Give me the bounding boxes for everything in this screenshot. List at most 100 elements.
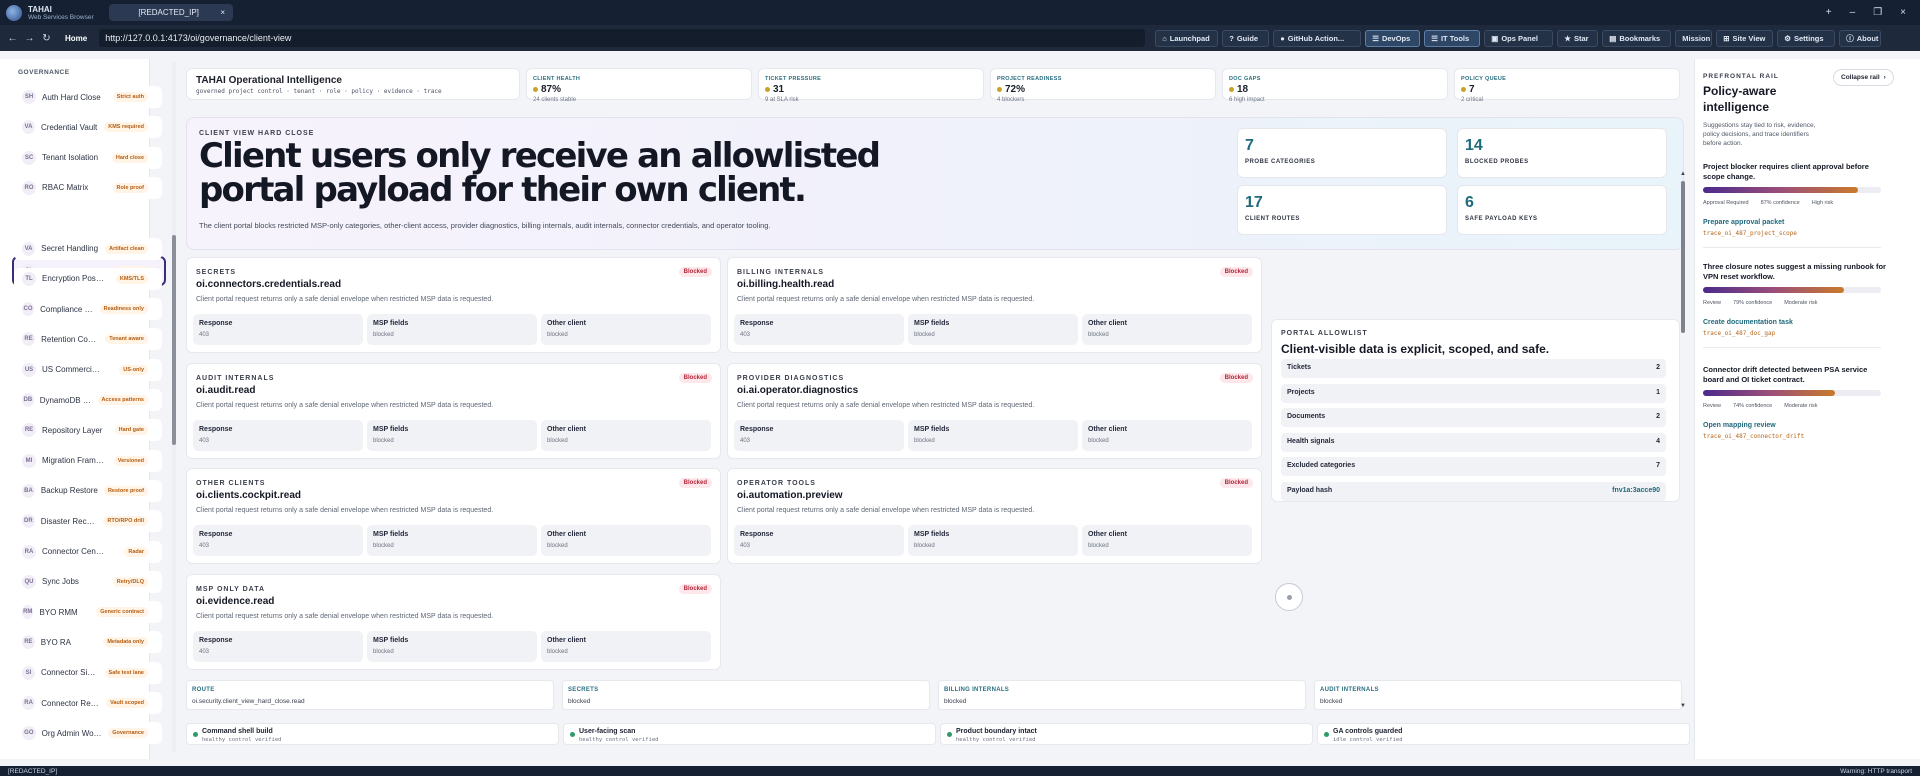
- check-name: User-facing scan: [579, 728, 636, 735]
- toolbar-launchpad-button[interactable]: ⌂ Launchpad: [1155, 29, 1219, 47]
- reload-icon[interactable]: ↻: [40, 33, 53, 44]
- insight-action-link[interactable]: Prepare approval packet: [1703, 219, 1887, 226]
- probe-cell-other-client: Other client blocked: [541, 630, 711, 662]
- sidebar-item-byo-ra[interactable]: RE BYO RA Metadata only: [14, 631, 162, 654]
- sidebar-item-org-admin-workfl[interactable]: GO Org Admin Workfl... Governance: [14, 722, 162, 745]
- portal-allowlist-card: PORTAL ALLOWLIST Client-visible data is …: [1271, 319, 1680, 502]
- address-bar[interactable]: http://127.0.0.1:4173/oi/governance/clie…: [99, 29, 1146, 47]
- minimize-icon[interactable]: –: [1850, 7, 1856, 18]
- sidebar-item-credential-vault[interactable]: VA Credential Vault KMS required: [14, 116, 162, 139]
- sidebar-item-connector-simul[interactable]: SI Connector Simul... Safe test lane: [14, 661, 162, 684]
- toolbar-about-button[interactable]: ⓘ About: [1839, 29, 1882, 47]
- check-status: idle control verified: [1333, 737, 1403, 743]
- cell-value: blocked: [914, 332, 935, 338]
- close-window-icon[interactable]: ×: [1900, 7, 1906, 18]
- probe-card: OTHER CLIENTS oi.clients.cockpit.read Clie…: [186, 468, 721, 564]
- blocked-badge: Blocked: [1219, 267, 1253, 277]
- sidebar-item-disaster-recovery[interactable]: DR Disaster Recovery RTO/RPO drill: [14, 510, 162, 533]
- sidebar-item-rbac-matrix[interactable]: RO RBAC Matrix Role proof: [14, 176, 162, 199]
- hero-stat-probe-categories: 7 PROBE CATEGORIES: [1237, 128, 1447, 178]
- allowlist-row: Excluded categories 7: [1281, 457, 1666, 476]
- sidebar-item-label: Tenant Isolation: [42, 153, 99, 163]
- sidebar-item-retention-contr[interactable]: RE Retention Contr... Tenant aware: [14, 328, 162, 351]
- sidebar-item-tenant-isolation[interactable]: SC Tenant Isolation Hard close: [14, 146, 162, 169]
- toolbar-label: Bookmarks: [1619, 33, 1661, 43]
- forward-arrow-icon[interactable]: →: [23, 33, 36, 44]
- hero-stat-blocked-probes: 14 BLOCKED PROBES: [1457, 128, 1667, 178]
- sidebar-item-auth-hard-close[interactable]: SH Auth Hard Close Strict auth: [14, 86, 162, 108]
- toolbar-mission-button[interactable]: Mission: [1675, 29, 1713, 47]
- hero-stat-client-routes: 17 CLIENT ROUTES: [1237, 185, 1447, 235]
- toolbar-github-action-button[interactable]: ● GitHub Action...: [1273, 29, 1362, 47]
- scroll-up-icon[interactable]: ▲: [1680, 171, 1686, 177]
- cell-value: blocked: [547, 648, 568, 655]
- sidebar-item-avatar: DB: [22, 393, 34, 407]
- sidebar-item-encryption-posture[interactable]: TL Encryption Posture KMS/TLS: [14, 267, 162, 290]
- cell-value: blocked: [1088, 543, 1109, 549]
- kpi-subtext: 9 at SLA risk: [765, 97, 799, 103]
- probe-description: Client portal request returns only a saf…: [196, 401, 494, 409]
- sidebar-item-avatar: DR: [22, 514, 35, 529]
- sidebar-item-compliance-ma[interactable]: CO Compliance Ma... Readiness only: [14, 298, 162, 321]
- floating-action-button[interactable]: [1275, 583, 1303, 611]
- toolbar-it-tools-button[interactable]: ☰ IT Tools: [1424, 29, 1481, 47]
- insight-meta-item: High risk: [1811, 200, 1834, 206]
- toolbar-guide-button[interactable]: ? Guide: [1222, 29, 1270, 47]
- cell-value: blocked: [373, 543, 394, 549]
- back-arrow-icon[interactable]: ←: [6, 33, 19, 44]
- status-dot-icon: [1461, 87, 1466, 92]
- allowlist-title: Client-visible data is explicit, scoped,…: [1281, 342, 1550, 356]
- summary-label: AUDIT INTERNALS: [1320, 687, 1379, 693]
- kpi-card-doc-gaps: DOC GAPS 18 6 high impact: [1222, 68, 1448, 103]
- kpi-label: TICKET PRESSURE: [765, 76, 822, 82]
- browser-tab[interactable]: [REDACTED_IP] ×: [109, 4, 233, 21]
- sidebar-item-dynamodb-de[interactable]: DB DynamoDB De... Access patterns: [14, 389, 162, 411]
- insight-meta-item: Review: [1703, 300, 1722, 306]
- sidebar-item-byo-rmm[interactable]: RM BYO RMM Generic contract: [14, 601, 162, 624]
- sidebar-item-secret-handling[interactable]: VA Secret Handling Artifact clean: [14, 237, 162, 260]
- kpi-value: 87%: [541, 84, 562, 95]
- hero-description: The client portal blocks restricted MSP-…: [199, 221, 771, 230]
- toolbar-settings-button[interactable]: ⚙ Settings: [1777, 29, 1836, 47]
- insight-meta-item: 87% confidence: [1760, 200, 1800, 206]
- collapse-rail-label: Collapse rail: [1841, 74, 1880, 81]
- sidebar-item-sync-jobs[interactable]: QU Sync Jobs Retry/DLQ: [14, 570, 162, 593]
- probe-cell-msp-fields: MSP fields blocked: [367, 630, 537, 662]
- toolbar-icon: ⓘ: [1846, 33, 1854, 43]
- insight-action-link[interactable]: Open mapping review: [1703, 422, 1887, 429]
- sidebar-item-label: Org Admin Workfl...: [41, 728, 103, 738]
- toolbar-star-button[interactable]: ★ Star: [1557, 29, 1599, 47]
- probe-card: OPERATOR TOOLS oi.automation.preview Clien…: [727, 468, 1262, 564]
- sidebar-item-avatar: US: [22, 362, 36, 377]
- main-scroll-thumb[interactable]: [1681, 181, 1685, 333]
- probe-card: PROVIDER DIAGNOSTICS oi.ai.operator.diagn…: [727, 362, 1262, 459]
- home-button[interactable]: Home: [57, 34, 95, 43]
- summary-cell-route: ROUTE oi.security.client_view_hard_close.…: [186, 680, 554, 710]
- toolbar-icon: ☰: [1431, 33, 1438, 43]
- sidebar-item-migration-framewo[interactable]: MI Migration Framewo... Versioned: [14, 449, 162, 472]
- toolbar-bookmarks-button[interactable]: ▤ Bookmarks: [1602, 29, 1672, 47]
- scroll-down-icon[interactable]: ▼: [1680, 703, 1686, 709]
- maximize-icon[interactable]: ❐: [1873, 7, 1882, 18]
- toolbar-site-view-button[interactable]: ⊞ Site View: [1716, 29, 1774, 47]
- sidebar-item-us-commercial-gate[interactable]: US US Commercial Gate US-only: [14, 358, 162, 381]
- stat-value: 17: [1245, 194, 1263, 211]
- insight-action-link[interactable]: Create documentation task: [1703, 319, 1887, 326]
- cell-title: Other client: [547, 425, 586, 433]
- toolbar-devops-button[interactable]: ☰ DevOps: [1365, 29, 1421, 47]
- sidebar-item-repository-layer[interactable]: RE Repository Layer Hard gate: [14, 419, 162, 442]
- insight-meta: Approval Required 87% confidence High risk: [1703, 200, 1887, 206]
- sidebar-item-connector-center[interactable]: RA Connector Center Radar: [14, 540, 162, 563]
- sidebar-item-label: Connector Regist...: [41, 698, 100, 708]
- probe-cell-response: Response 403: [734, 525, 904, 556]
- toolbar-ops-panel-button[interactable]: ▣ Ops Panel: [1484, 29, 1554, 47]
- collapse-rail-button[interactable]: Collapse rail ›: [1833, 69, 1894, 86]
- sidebar-item-backup-restore[interactable]: BA Backup Restore Restore proof: [14, 479, 162, 502]
- sidebar-item-label: DynamoDB De...: [39, 395, 92, 405]
- cell-value: 403: [199, 648, 210, 655]
- sidebar-item-avatar: RA: [22, 544, 36, 559]
- sidebar-scroll-thumb[interactable]: [172, 235, 176, 445]
- new-tab-icon[interactable]: +: [1826, 7, 1832, 18]
- sidebar-item-connector-regist[interactable]: RA Connector Regist... Vault scoped: [14, 692, 162, 714]
- tab-close-icon[interactable]: ×: [220, 8, 225, 17]
